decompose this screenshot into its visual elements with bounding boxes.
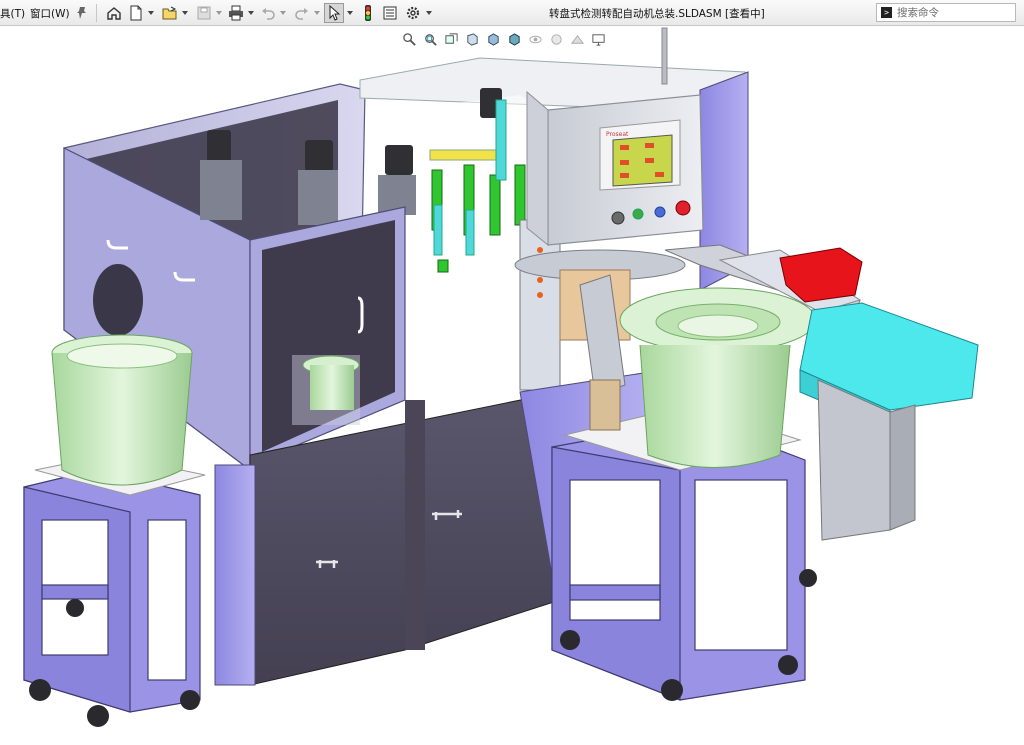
section-view-icon[interactable] xyxy=(463,30,481,48)
file-properties-icon[interactable] xyxy=(380,3,400,23)
new-document-icon[interactable] xyxy=(126,3,146,23)
menu-window[interactable]: 窗口(W) xyxy=(30,6,70,21)
view-orientation-icon[interactable] xyxy=(484,30,502,48)
zoom-area-icon[interactable] xyxy=(421,30,439,48)
view-settings-icon[interactable] xyxy=(589,30,607,48)
display-style-icon[interactable] xyxy=(505,30,523,48)
previous-view-icon[interactable] xyxy=(442,30,460,48)
apply-scene-icon[interactable] xyxy=(568,30,586,48)
edit-appearance-icon[interactable] xyxy=(547,30,565,48)
rebuild-icon[interactable] xyxy=(358,3,378,23)
menu-tools[interactable]: 具(T) xyxy=(0,6,25,21)
search-commands-box[interactable]: > xyxy=(876,3,1016,22)
menu-toolbar-bar: 具(T) 窗口(W) 转盘式检测转配自动机总装.SLDASM [查看中] > 搜… xyxy=(0,0,1024,26)
print-icon[interactable] xyxy=(226,3,246,23)
search-input[interactable] xyxy=(897,5,997,20)
open-icon[interactable] xyxy=(160,3,180,23)
undo-icon[interactable] xyxy=(258,3,278,23)
options-icon[interactable] xyxy=(403,3,423,23)
save-icon[interactable] xyxy=(194,3,214,23)
home-icon[interactable] xyxy=(104,3,124,23)
document-title: 转盘式检测转配自动机总装.SLDASM [查看中] xyxy=(549,8,765,20)
assembly-model-render: Proseat xyxy=(23,27,979,727)
pin-icon[interactable] xyxy=(72,3,92,23)
hide-show-icon[interactable] xyxy=(526,30,544,48)
control-panel-brand: Proseat xyxy=(606,131,629,138)
redo-icon[interactable] xyxy=(292,3,312,23)
select-icon[interactable] xyxy=(324,3,344,23)
graphics-viewport[interactable]: Proseat xyxy=(0,27,1024,745)
zoom-to-fit-icon[interactable] xyxy=(400,30,418,48)
command-prompt-icon: > xyxy=(881,7,892,18)
heads-up-view-toolbar xyxy=(400,29,607,49)
